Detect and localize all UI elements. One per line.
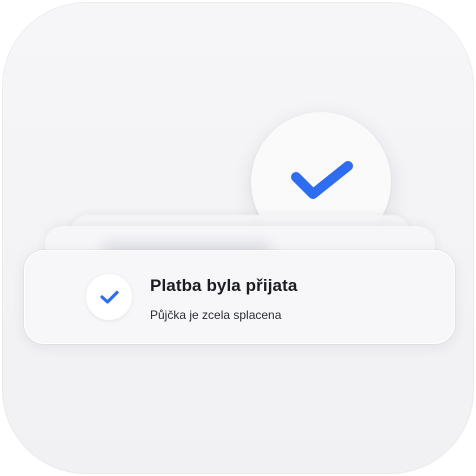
notification-title: Platba byla přijata — [150, 276, 298, 295]
checkmark-icon — [100, 290, 119, 304]
app-tile: Platba byla přijata Půjčka je zcela spla… — [2, 2, 474, 474]
check-badge — [86, 274, 132, 320]
checkmark-icon — [291, 161, 353, 199]
payment-notification[interactable]: Platba byla přijata Půjčka je zcela spla… — [24, 250, 455, 344]
notification-subtitle: Půjčka je zcela splacena — [150, 308, 282, 322]
